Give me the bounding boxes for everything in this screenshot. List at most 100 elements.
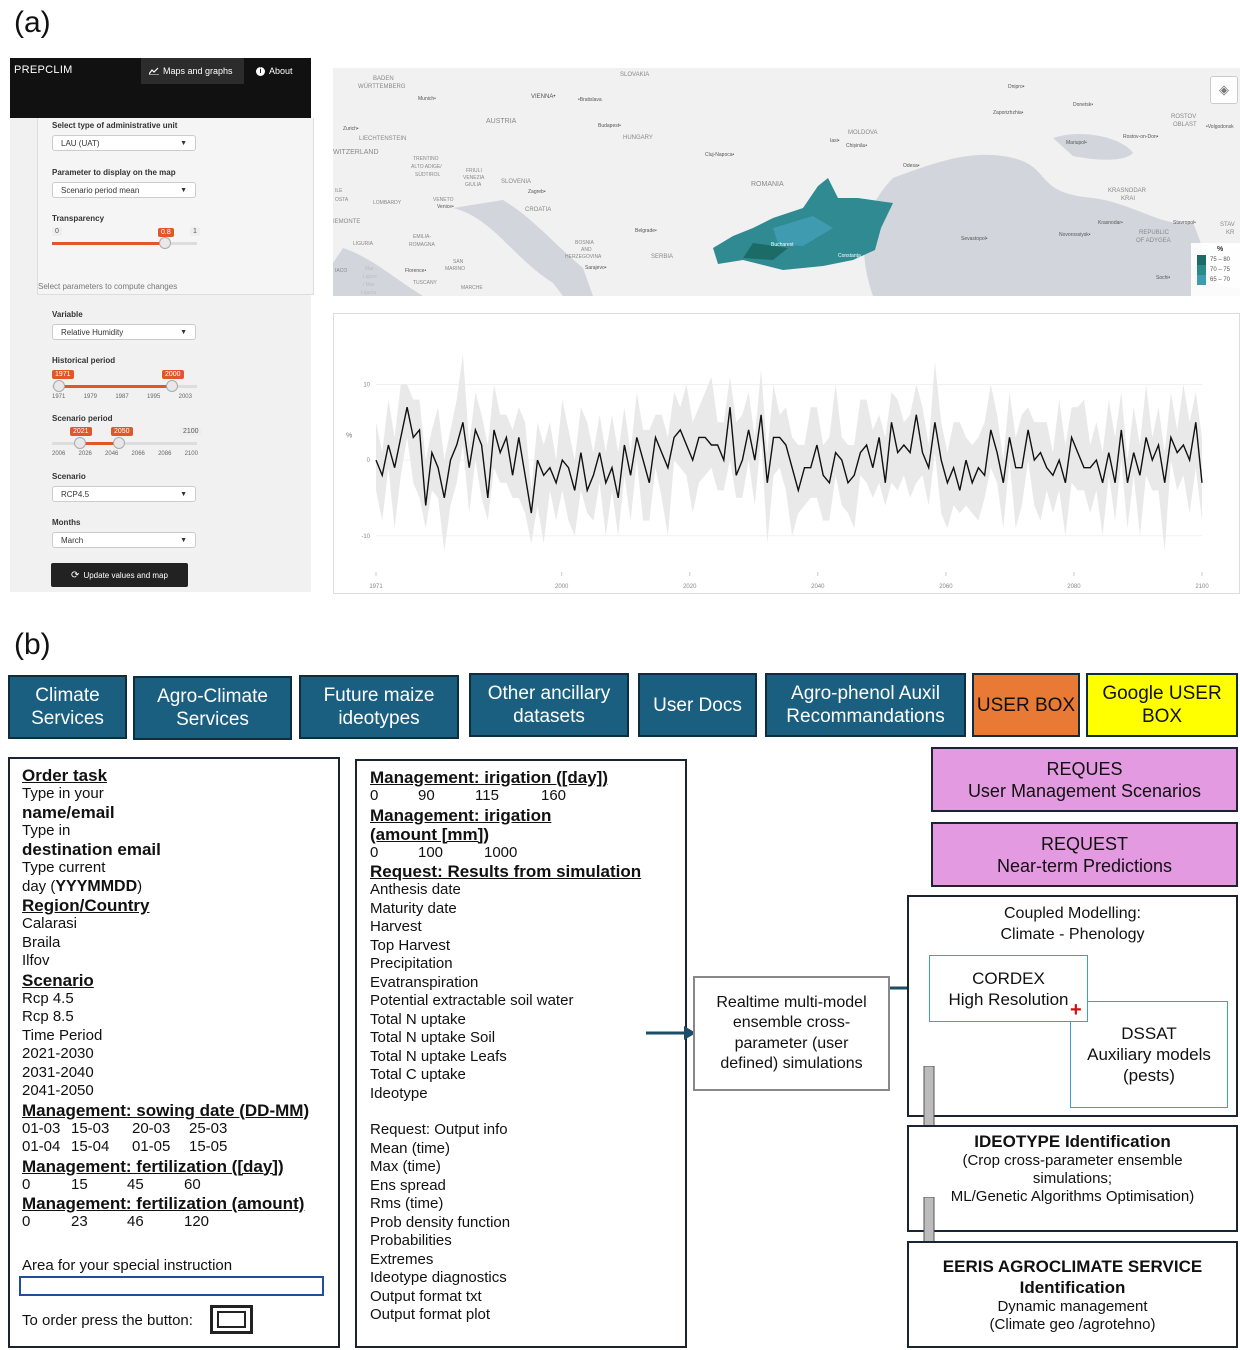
nav-maps-label: Maps and graphs — [163, 66, 233, 76]
param-display-select[interactable]: Scenario period mean ▼ — [52, 182, 196, 198]
irrigation-amount-option[interactable]: 1000 — [484, 844, 517, 861]
sowing-option[interactable]: 15-03 — [71, 1120, 132, 1139]
irrigation-day-option[interactable]: 90 — [418, 787, 475, 806]
fert-day-option[interactable]: 0 — [22, 1176, 71, 1195]
result-option[interactable]: Harvest — [370, 918, 641, 937]
fert-amount-option[interactable]: 46 — [127, 1213, 184, 1232]
special-instruction-input[interactable] — [19, 1276, 324, 1296]
result-option[interactable]: Total N uptake Soil — [370, 1029, 641, 1048]
irrigation-day-option[interactable]: 0 — [370, 787, 418, 806]
service-climate[interactable]: Climate Services — [8, 675, 127, 739]
months-select[interactable]: March ▼ — [52, 532, 196, 548]
layers-icon[interactable]: ◈ — [1210, 76, 1238, 104]
historical-knob-to[interactable] — [166, 380, 178, 392]
update-values-button[interactable]: ⟳ Update values and map — [51, 563, 188, 587]
fert-amount-option[interactable]: 23 — [71, 1213, 127, 1232]
result-option[interactable]: Ideotype — [370, 1085, 641, 1104]
result-option[interactable]: Evatranspiration — [370, 974, 641, 993]
fert-amount-option[interactable]: 120 — [184, 1213, 209, 1230]
fert-day-option[interactable]: 45 — [127, 1176, 184, 1195]
fert-day-option[interactable]: 60 — [184, 1176, 201, 1193]
sowing-option[interactable]: 01-05 — [132, 1138, 189, 1157]
service-future-maize[interactable]: Future maize ideotypes — [299, 675, 459, 739]
request-management-scenarios[interactable]: REQUES User Management Scenarios — [931, 747, 1238, 812]
irrigation-day-option[interactable]: 115 — [475, 787, 541, 806]
request-near-term-predictions[interactable]: REQUEST Near-term Predictions — [931, 822, 1238, 887]
period-option[interactable]: 2021-2030 — [22, 1045, 309, 1064]
legend-label: 65 – 70 — [1210, 277, 1231, 283]
sowing-row: 01-03 15-03 20-03 25-03 — [22, 1120, 309, 1139]
svg-text:GIULIA: GIULIA — [465, 182, 482, 188]
output-option[interactable]: Ens spread — [370, 1177, 641, 1196]
region-title: Region/Country — [22, 896, 150, 915]
output-option[interactable]: Output format plot — [370, 1306, 641, 1325]
variable-select[interactable]: Relative Humidity ▼ — [52, 324, 196, 340]
period-option[interactable]: 2031-2040 — [22, 1064, 309, 1083]
result-option[interactable]: Total N uptake Leafs — [370, 1048, 641, 1067]
output-option[interactable]: Rms (time) — [370, 1195, 641, 1214]
region-option[interactable]: Ilfov — [22, 952, 309, 971]
realtime-simulation-box: Realtime multi-model ensemble cross-para… — [693, 976, 890, 1091]
user-box[interactable]: USER BOX — [972, 673, 1080, 737]
map-svg: BADEN WÜRTTEMBERG Munich• VIENNA• •Brati… — [333, 68, 1240, 296]
legend-swatch — [1197, 275, 1206, 285]
result-option[interactable]: Total C uptake — [370, 1066, 641, 1085]
output-option[interactable]: Max (time) — [370, 1158, 641, 1177]
result-option[interactable]: Top Harvest — [370, 937, 641, 956]
result-option[interactable]: Potential extractable soil water — [370, 992, 641, 1011]
nav-about[interactable]: i About — [248, 58, 308, 84]
google-user-box[interactable]: Google USER BOX — [1086, 673, 1238, 737]
x-tick-label: 2080 — [1067, 584, 1081, 590]
fert-day-option[interactable]: 15 — [71, 1176, 127, 1195]
region-option[interactable]: Braila — [22, 934, 309, 953]
output-option[interactable]: Mean (time) — [370, 1140, 641, 1159]
nav-maps-and-graphs[interactable]: Maps and graphs — [141, 58, 244, 84]
sowing-option[interactable]: 15-04 — [71, 1138, 132, 1157]
result-option[interactable]: Anthesis date — [370, 881, 641, 900]
irrigation-amount-option[interactable]: 100 — [418, 844, 484, 863]
result-option[interactable]: Precipitation — [370, 955, 641, 974]
update-button-label: Update values and map — [83, 570, 168, 580]
day-field[interactable]: day (YYYMMDD) — [22, 878, 309, 897]
output-option[interactable]: Prob density function — [370, 1214, 641, 1233]
svg-text:Sochi•: Sochi• — [1156, 275, 1171, 281]
sowing-option[interactable]: 20-03 — [132, 1120, 189, 1139]
map-view[interactable]: BADEN WÜRTTEMBERG Munich• VIENNA• •Brati… — [333, 68, 1240, 296]
sowing-option[interactable]: 01-04 — [22, 1138, 71, 1157]
order-button[interactable] — [210, 1305, 253, 1334]
tick-label: 1971 — [52, 394, 66, 400]
admin-unit-select[interactable]: LAU (UAT) ▼ — [52, 135, 196, 151]
svg-text:Budapest•: Budapest• — [598, 123, 621, 129]
sowing-option[interactable]: 01-03 — [22, 1120, 71, 1139]
irrigation-day-option[interactable]: 160 — [541, 787, 566, 804]
service-user-docs[interactable]: User Docs — [638, 673, 757, 737]
scenario-period-knob-from[interactable] — [74, 437, 86, 449]
result-option[interactable]: Total N uptake — [370, 1011, 641, 1030]
svg-text:KRASNODAR: KRASNODAR — [1108, 188, 1147, 194]
output-option[interactable]: Ideotype diagnostics — [370, 1269, 641, 1288]
name-email-field[interactable]: name/email — [22, 803, 309, 823]
service-ancillary[interactable]: Other ancillary datasets — [469, 673, 629, 737]
historical-knob-from[interactable] — [53, 380, 65, 392]
period-option[interactable]: 2041-2050 — [22, 1082, 309, 1101]
sowing-option[interactable]: 15-05 — [189, 1138, 227, 1155]
service-agro-phenol[interactable]: Agro-phenol Auxil Recommandations — [765, 673, 966, 737]
scenario-select[interactable]: RCP4.5 ▼ — [52, 486, 196, 502]
scenario-period-knob-to[interactable] — [113, 437, 125, 449]
service-agro-climate[interactable]: Agro-Climate Services — [133, 676, 292, 740]
output-option[interactable]: Output format txt — [370, 1288, 641, 1307]
sowing-option[interactable]: 25-03 — [189, 1120, 227, 1137]
output-option[interactable]: Extremes — [370, 1251, 641, 1270]
scenario-option[interactable]: Rcp 8.5 — [22, 1008, 309, 1027]
region-option[interactable]: Calarasi — [22, 915, 309, 934]
fert-amount-option[interactable]: 0 — [22, 1213, 71, 1232]
irrigation-amount-option[interactable]: 0 — [370, 844, 418, 863]
svg-text:ROMAGNA: ROMAGNA — [409, 242, 436, 248]
output-option[interactable]: Probabilities — [370, 1232, 641, 1251]
result-option[interactable]: Maturity date — [370, 900, 641, 919]
legend-item: 75 – 80 — [1197, 255, 1240, 265]
destination-email-field[interactable]: destination email — [22, 840, 309, 860]
transparency-knob[interactable] — [159, 237, 171, 249]
scenario-option[interactable]: Rcp 4.5 — [22, 990, 309, 1009]
